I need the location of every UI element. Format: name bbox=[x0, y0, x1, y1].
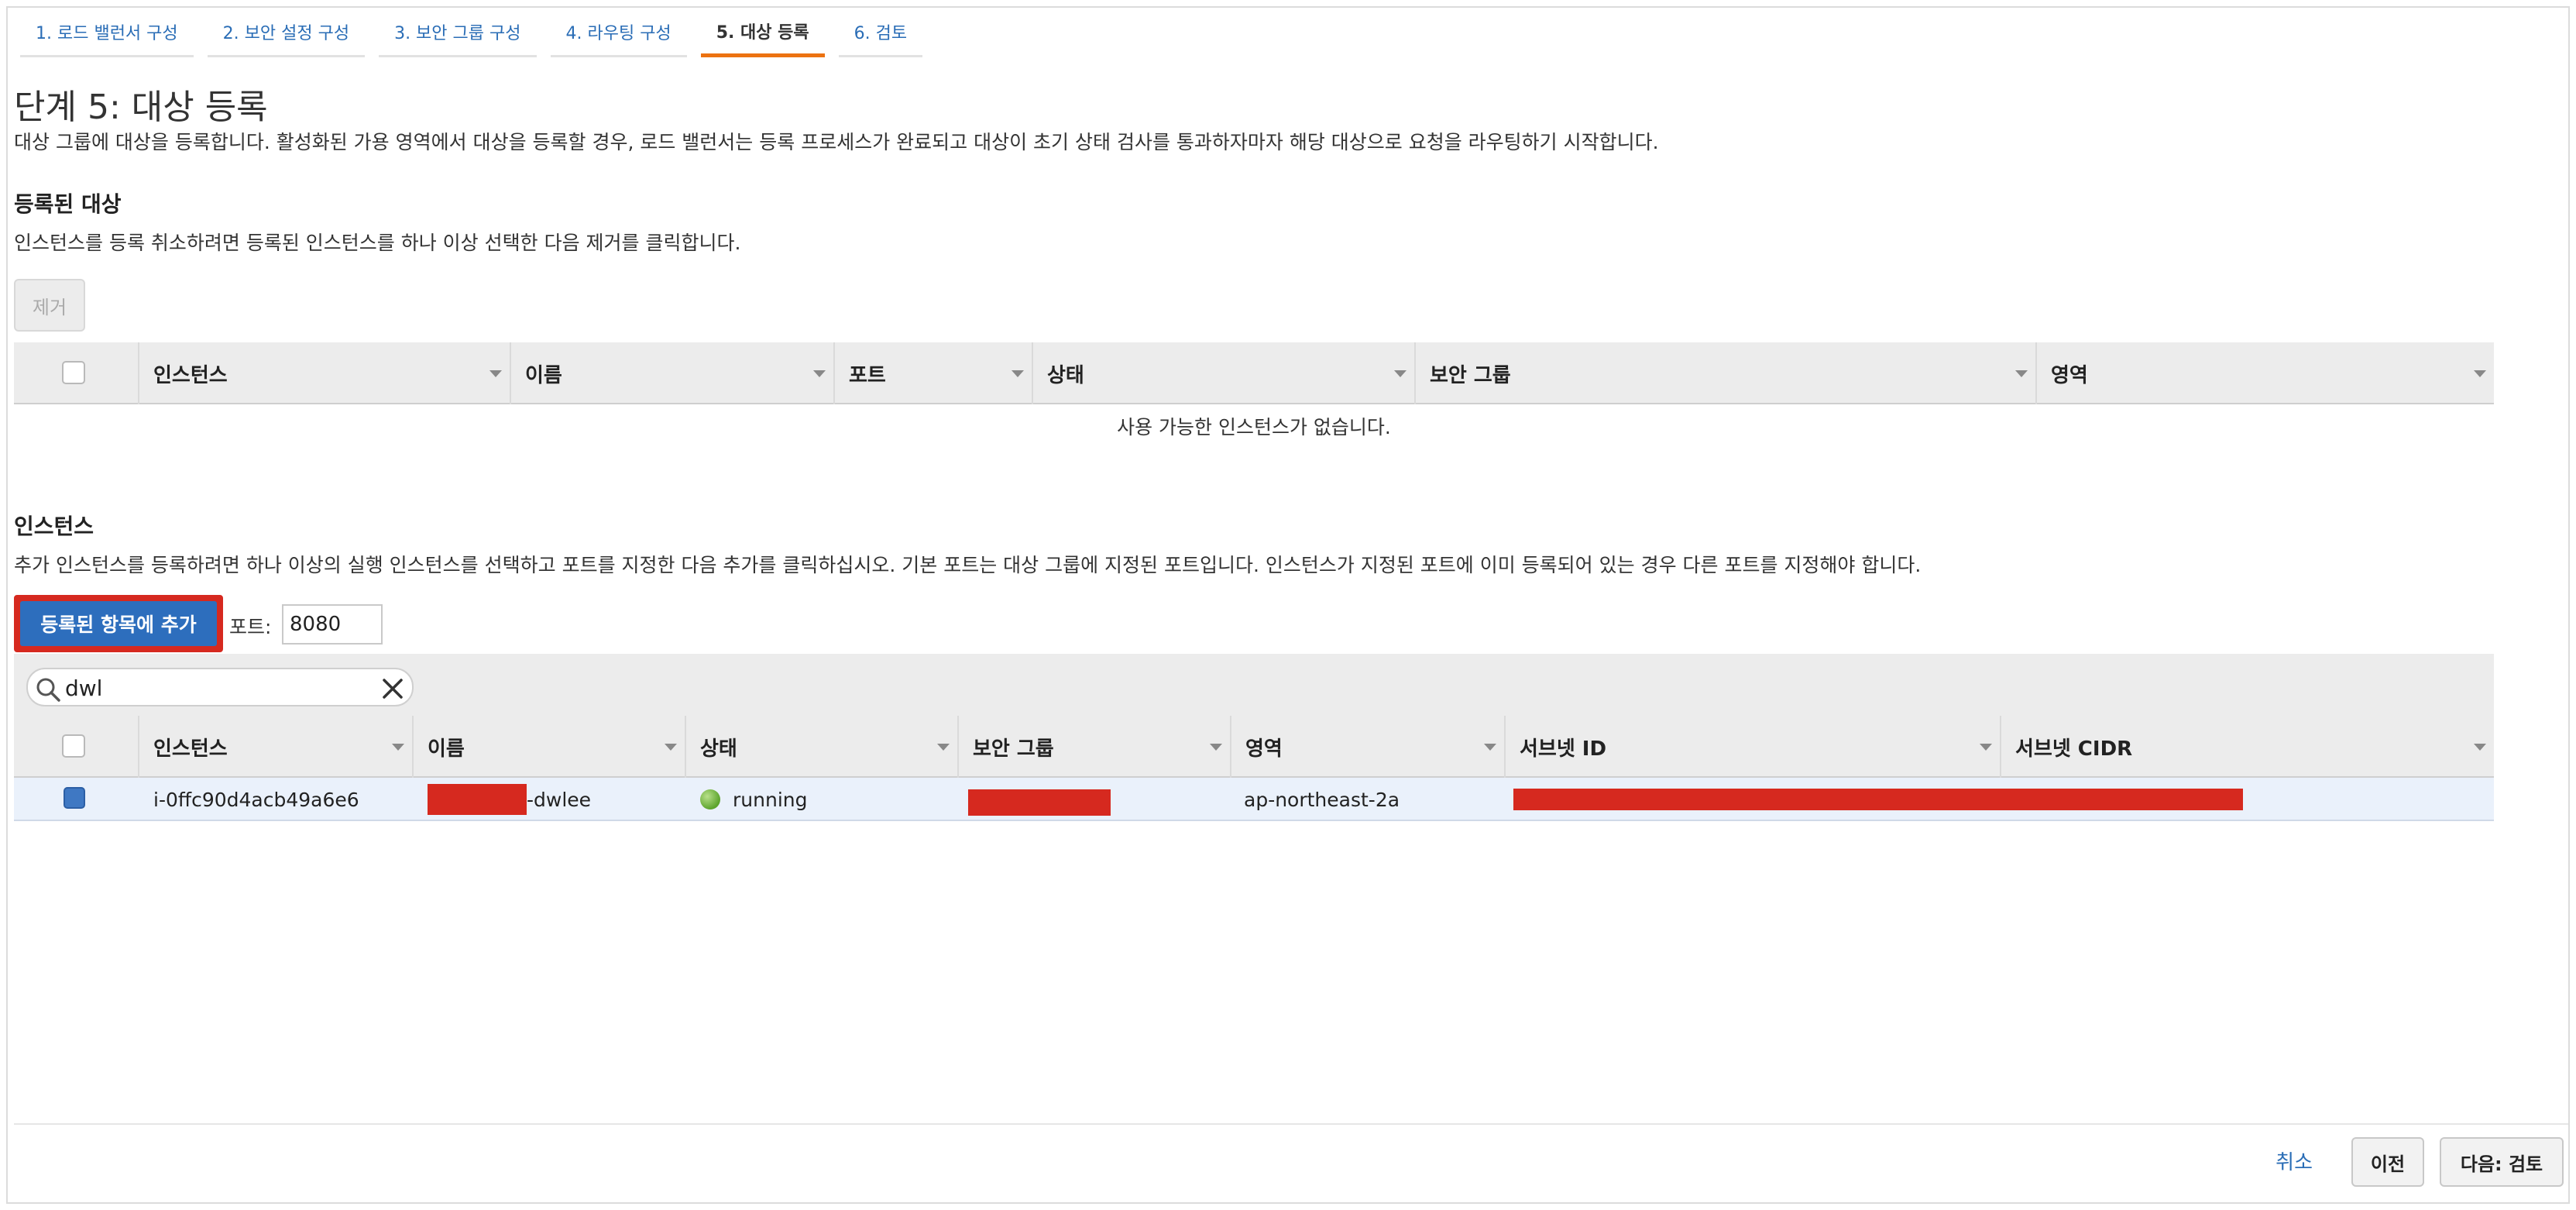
select-all-checkbox[interactable] bbox=[62, 734, 85, 758]
redacted-block bbox=[428, 784, 527, 815]
port-input[interactable] bbox=[282, 604, 383, 645]
column-header-port[interactable]: 포트 bbox=[833, 342, 1032, 404]
column-label: 서브넷 ID bbox=[1520, 737, 1607, 761]
sort-caret-icon bbox=[392, 744, 404, 751]
wizard-frame: 1. 로드 밸런서 구성 2. 보안 설정 구성 3. 보안 그룹 구성 4. … bbox=[6, 6, 2570, 1204]
sort-caret-icon bbox=[2015, 370, 2028, 377]
instances-description: 추가 인스턴스를 등록하려면 하나 이상의 실행 인스턴스를 선택하고 포트를 … bbox=[14, 554, 1922, 576]
column-label: 영역 bbox=[2051, 363, 2088, 387]
search-input[interactable] bbox=[64, 672, 358, 703]
row-checkbox[interactable] bbox=[64, 787, 85, 809]
column-label: 포트 bbox=[849, 363, 886, 387]
instance-security-group bbox=[968, 778, 1111, 821]
column-header-zone[interactable]: 영역 bbox=[2035, 342, 2494, 404]
close-icon[interactable] bbox=[380, 675, 406, 702]
sort-caret-icon bbox=[1394, 370, 1406, 377]
registered-targets-title: 등록된 대상 bbox=[14, 191, 122, 217]
registered-targets-description: 인스턴스를 등록 취소하려면 등록된 인스턴스를 하나 이상 선택한 다음 제거… bbox=[14, 232, 741, 254]
search-box[interactable] bbox=[26, 668, 414, 706]
column-header-instance[interactable]: 인스턴스 bbox=[138, 716, 412, 778]
tab-register-targets[interactable]: 5. 대상 등록 bbox=[700, 8, 825, 57]
column-label: 이름 bbox=[525, 363, 562, 387]
instances-table: 인스턴스 이름 상태 보안 그룹 영역 서브넷 ID 서브넷 CIDR i-0f… bbox=[14, 716, 2494, 824]
port-label: 포트: bbox=[229, 616, 272, 638]
sort-caret-icon bbox=[1484, 744, 1496, 751]
column-label: 인스턴스 bbox=[153, 363, 228, 387]
instance-id: i-0ffc90d4acb49a6e6 bbox=[153, 788, 359, 811]
column-header-zone[interactable]: 영역 bbox=[1230, 716, 1504, 778]
sort-caret-icon bbox=[489, 370, 502, 377]
column-header-name[interactable]: 이름 bbox=[510, 342, 833, 404]
wizard-footer: 취소 이전 다음: 검토 bbox=[14, 1123, 2568, 1202]
column-header-state[interactable]: 상태 bbox=[1032, 342, 1414, 404]
instance-state-label: running bbox=[733, 788, 808, 811]
instance-name: -dwlee bbox=[428, 778, 591, 821]
sort-caret-icon bbox=[813, 370, 826, 377]
add-to-registered-label: 등록된 항목에 추가 bbox=[20, 601, 217, 646]
sort-caret-icon bbox=[937, 744, 950, 751]
empty-message: 사용 가능한 인스턴스가 없습니다. bbox=[1117, 416, 1391, 438]
sort-caret-icon bbox=[1012, 370, 1024, 377]
tab-configure-load-balancer[interactable]: 1. 로드 밸런서 구성 bbox=[20, 8, 194, 57]
column-label: 인스턴스 bbox=[153, 737, 228, 761]
tab-configure-security-settings[interactable]: 2. 보안 설정 구성 bbox=[207, 8, 366, 57]
sort-caret-icon bbox=[2474, 744, 2486, 751]
next-review-button[interactable]: 다음: 검토 bbox=[2440, 1137, 2564, 1187]
page-title: 단계 5: 대상 등록 bbox=[14, 88, 268, 127]
instance-state: running bbox=[700, 778, 807, 821]
column-header-state[interactable]: 상태 bbox=[685, 716, 957, 778]
search-icon bbox=[36, 678, 60, 702]
tab-configure-routing[interactable]: 4. 라우팅 구성 bbox=[550, 8, 687, 57]
column-header-name[interactable]: 이름 bbox=[412, 716, 685, 778]
table-row[interactable]: i-0ffc90d4acb49a6e6 -dwlee running ap-no… bbox=[14, 778, 2494, 821]
sort-caret-icon bbox=[665, 744, 677, 751]
sort-caret-icon bbox=[1210, 744, 1222, 751]
instances-title: 인스턴스 bbox=[14, 514, 94, 539]
remove-button[interactable]: 제거 bbox=[14, 279, 85, 332]
column-header-security-group[interactable]: 보안 그룹 bbox=[957, 716, 1230, 778]
page-description: 대상 그룹에 대상을 등록합니다. 활성화된 가용 영역에서 대상을 등록할 경… bbox=[14, 131, 1659, 153]
wizard-tabs: 1. 로드 밸런서 구성 2. 보안 설정 구성 3. 보안 그룹 구성 4. … bbox=[20, 8, 936, 59]
instance-name-suffix: -dwlee bbox=[527, 788, 592, 811]
tab-configure-security-groups[interactable]: 3. 보안 그룹 구성 bbox=[379, 8, 537, 57]
column-label: 영역 bbox=[1245, 737, 1283, 761]
column-header-instance[interactable]: 인스턴스 bbox=[138, 342, 510, 404]
filter-bar bbox=[14, 654, 2494, 716]
registered-targets-table: 인스턴스 이름 포트 상태 보안 그룹 영역 사용 가능한 인스턴스가 없습니다… bbox=[14, 342, 2494, 459]
sort-caret-icon bbox=[2474, 370, 2486, 377]
cancel-link[interactable]: 취소 bbox=[2275, 1146, 2313, 1175]
add-to-registered-button[interactable]: 등록된 항목에 추가 bbox=[14, 595, 223, 652]
redacted-block bbox=[1513, 789, 2243, 810]
redacted-block bbox=[968, 789, 1111, 816]
column-label: 상태 bbox=[700, 737, 737, 761]
registered-table-header: 인스턴스 이름 포트 상태 보안 그룹 영역 bbox=[14, 342, 2494, 404]
column-label: 보안 그룹 bbox=[1430, 363, 1511, 387]
column-header-subnet-cidr[interactable]: 서브넷 CIDR bbox=[2000, 716, 2494, 778]
column-label: 보안 그룹 bbox=[973, 737, 1054, 761]
column-label: 상태 bbox=[1047, 363, 1084, 387]
instance-zone: ap-northeast-2a bbox=[1244, 788, 1400, 811]
select-all-checkbox[interactable] bbox=[62, 361, 85, 384]
sort-caret-icon bbox=[1980, 744, 1992, 751]
instances-table-header: 인스턴스 이름 상태 보안 그룹 영역 서브넷 ID 서브넷 CIDR bbox=[14, 716, 2494, 778]
tab-review[interactable]: 6. 검토 bbox=[838, 8, 923, 57]
column-header-security-group[interactable]: 보안 그룹 bbox=[1414, 342, 2035, 404]
previous-button[interactable]: 이전 bbox=[2351, 1137, 2424, 1187]
column-label: 이름 bbox=[428, 737, 465, 761]
instance-subnet bbox=[1513, 778, 2243, 821]
running-status-icon bbox=[700, 789, 720, 810]
column-label: 서브넷 CIDR bbox=[2015, 737, 2133, 761]
column-header-subnet-id[interactable]: 서브넷 ID bbox=[1504, 716, 2000, 778]
